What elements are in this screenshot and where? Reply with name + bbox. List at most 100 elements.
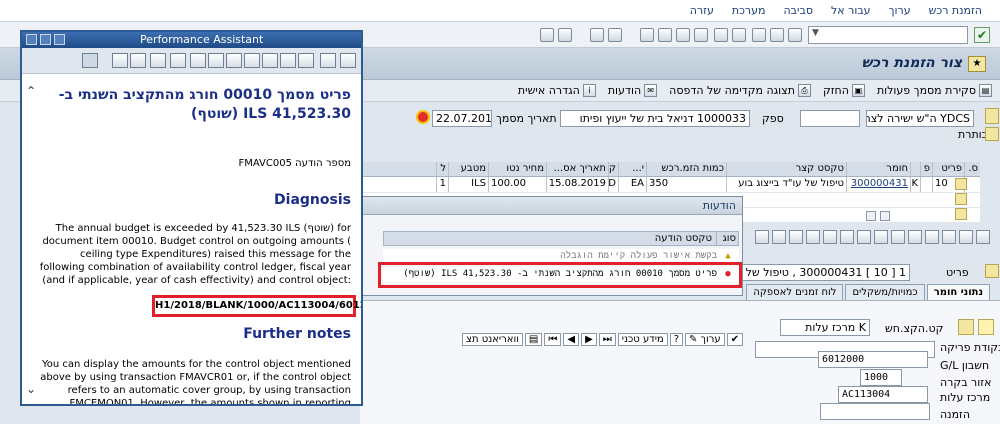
back-arrow-icon[interactable] [320,53,336,68]
assignment-info-icon[interactable] [958,319,974,335]
forward-arrow-icon[interactable] [340,53,356,68]
col-currency[interactable]: מטבע [448,162,488,176]
nav-next-button[interactable]: ▶ [581,332,597,346]
tb-btn-icon[interactable] [772,230,786,244]
vendor-field[interactable]: 1000033 דניאל בית של ייעוץ ופיתו [560,110,750,127]
item-expand-icon[interactable] [985,264,999,278]
page-next-icon[interactable] [658,28,672,42]
tb-btn-icon[interactable] [976,230,990,244]
hold-button[interactable]: ▣ החזק [823,84,865,97]
doc-date-field[interactable]: 22.07.2019 [432,110,492,127]
row-select-icon[interactable] [955,208,967,220]
tb-btn-icon[interactable] [959,230,973,244]
col-per[interactable]: ל [436,162,448,176]
header-expand-icon[interactable] [985,127,999,141]
cell-delivery-date[interactable]: 15.08.2019 [546,177,608,192]
back-icon[interactable] [788,28,802,42]
variant-button[interactable]: וואריאנט תצ [462,332,523,346]
assignment-select[interactable]: K מרכז עלות [780,319,870,336]
table-row[interactable]: 10 K 300000431 טיפול של עו"ד בייצוג בוע … [355,177,980,192]
tool-icon[interactable] [170,53,186,68]
window-menu-icon[interactable] [26,34,37,45]
find-icon[interactable] [732,28,746,42]
col-message-text[interactable]: טקסט הודעה [655,232,716,245]
menu-edit[interactable]: ערוך [889,4,911,17]
col-delivery-date[interactable]: תאריך אס... [546,162,608,176]
tb-btn-icon[interactable] [908,230,922,244]
tech-info-button[interactable]: מידע טכני [617,332,668,346]
cell-material[interactable]: 300000431 [846,177,910,192]
menu-purchase-order[interactable]: הזמנת רכש [929,4,982,17]
scroll-up-icon[interactable]: ⌃ [26,84,36,98]
close-icon[interactable] [82,53,98,68]
exit-icon[interactable] [770,28,784,42]
cell-net-price[interactable]: 100.00 [488,177,546,192]
col-k[interactable] [910,162,920,176]
tool-icon[interactable] [298,53,314,68]
tb-btn-icon[interactable] [891,230,905,244]
menu-system[interactable]: מערכת [732,4,766,17]
nav-first-button[interactable]: ⏮ [544,332,562,346]
table-scroll-left-icon[interactable] [866,211,876,221]
cost-center-field[interactable]: AC113004 [838,386,928,403]
personal-settings-button[interactable]: i הגדרה אישית [518,84,596,97]
col-material[interactable]: חומר [846,162,910,176]
command-field[interactable] [808,26,968,44]
order-field[interactable] [820,403,930,420]
menu-environment[interactable]: סביבה [784,4,814,17]
tb-btn-icon[interactable] [755,230,769,244]
detail-layout-button[interactable]: ▤ [524,332,543,346]
tool-icon[interactable] [190,53,206,68]
minimize-icon[interactable] [40,34,51,45]
cell-short-text[interactable]: טיפול של עו"ד בייצוג בוע [726,177,846,192]
tool-icon[interactable] [112,53,128,68]
tb-btn-icon[interactable] [806,230,820,244]
po-number-field[interactable] [800,110,860,127]
tb-btn-icon[interactable] [874,230,888,244]
find-next-icon[interactable] [714,28,728,42]
tab-delivery-schedule[interactable]: לוח זמנים לאספקה [746,284,844,301]
col-date-cat[interactable]: ק [608,162,618,176]
shortcut-icon[interactable] [590,28,604,42]
tool-icon[interactable] [280,53,296,68]
col-short-text[interactable]: טקסט קצר [726,162,846,176]
tb-btn-icon[interactable] [925,230,939,244]
cell-quantity[interactable]: 350 [646,177,726,192]
tab-material-data[interactable]: נתוני חומר [926,284,990,301]
tool-icon[interactable] [226,53,242,68]
document-overview-button[interactable]: ▤ סקירת מסמך פעולות [877,84,992,97]
detail-check-button[interactable]: ✔ [726,332,743,346]
tool-icon[interactable] [130,53,146,68]
table-scroll-right-icon[interactable] [880,211,890,221]
tab-quantities[interactable]: כמויות/משקלים [845,284,925,301]
tool-icon[interactable] [208,53,224,68]
maximize-icon[interactable] [54,34,65,45]
tool-icon[interactable] [244,53,260,68]
col-p[interactable]: פ [920,162,932,176]
col-type[interactable]: סוג [716,232,738,245]
col-status[interactable]: ס. [964,162,980,176]
cell-unit[interactable]: EA [618,177,646,192]
gl-field[interactable]: 6012000 [818,351,928,368]
header-cart-icon[interactable] [985,108,999,124]
cancel-icon[interactable] [752,28,766,42]
tb-btn-icon[interactable] [857,230,871,244]
help-icon[interactable] [558,28,572,42]
page-last-icon[interactable] [640,28,654,42]
nav-last-button[interactable]: ⏭ [598,332,616,346]
tool-icon[interactable] [262,53,278,68]
cell-date-cat[interactable]: D [608,177,618,192]
menu-goto[interactable]: עבור אל [831,4,871,17]
row-select-icon[interactable] [955,178,967,190]
cell-currency[interactable]: ILS [448,177,488,192]
nav-prev-button[interactable]: ◀ [563,332,580,346]
enter-check-icon[interactable]: ✔ [974,27,990,43]
row-select-icon[interactable] [955,193,967,205]
tool-icon[interactable] [150,53,166,68]
document-type-select[interactable]: YDCS ה"ש ישירה לצריכ [866,110,974,127]
cell-k[interactable]: K [910,177,920,192]
print-preview-button[interactable]: ⎙ תצוגה מקדימה של הדפסה [669,84,811,97]
messages-button[interactable]: ✉ הודעות [608,84,658,97]
col-quantity[interactable]: כמות הזמ.רכש [646,162,726,176]
item-select-field[interactable]: 1 [ 10 ] 300000431 , טיפול של עו"ד [742,264,910,281]
